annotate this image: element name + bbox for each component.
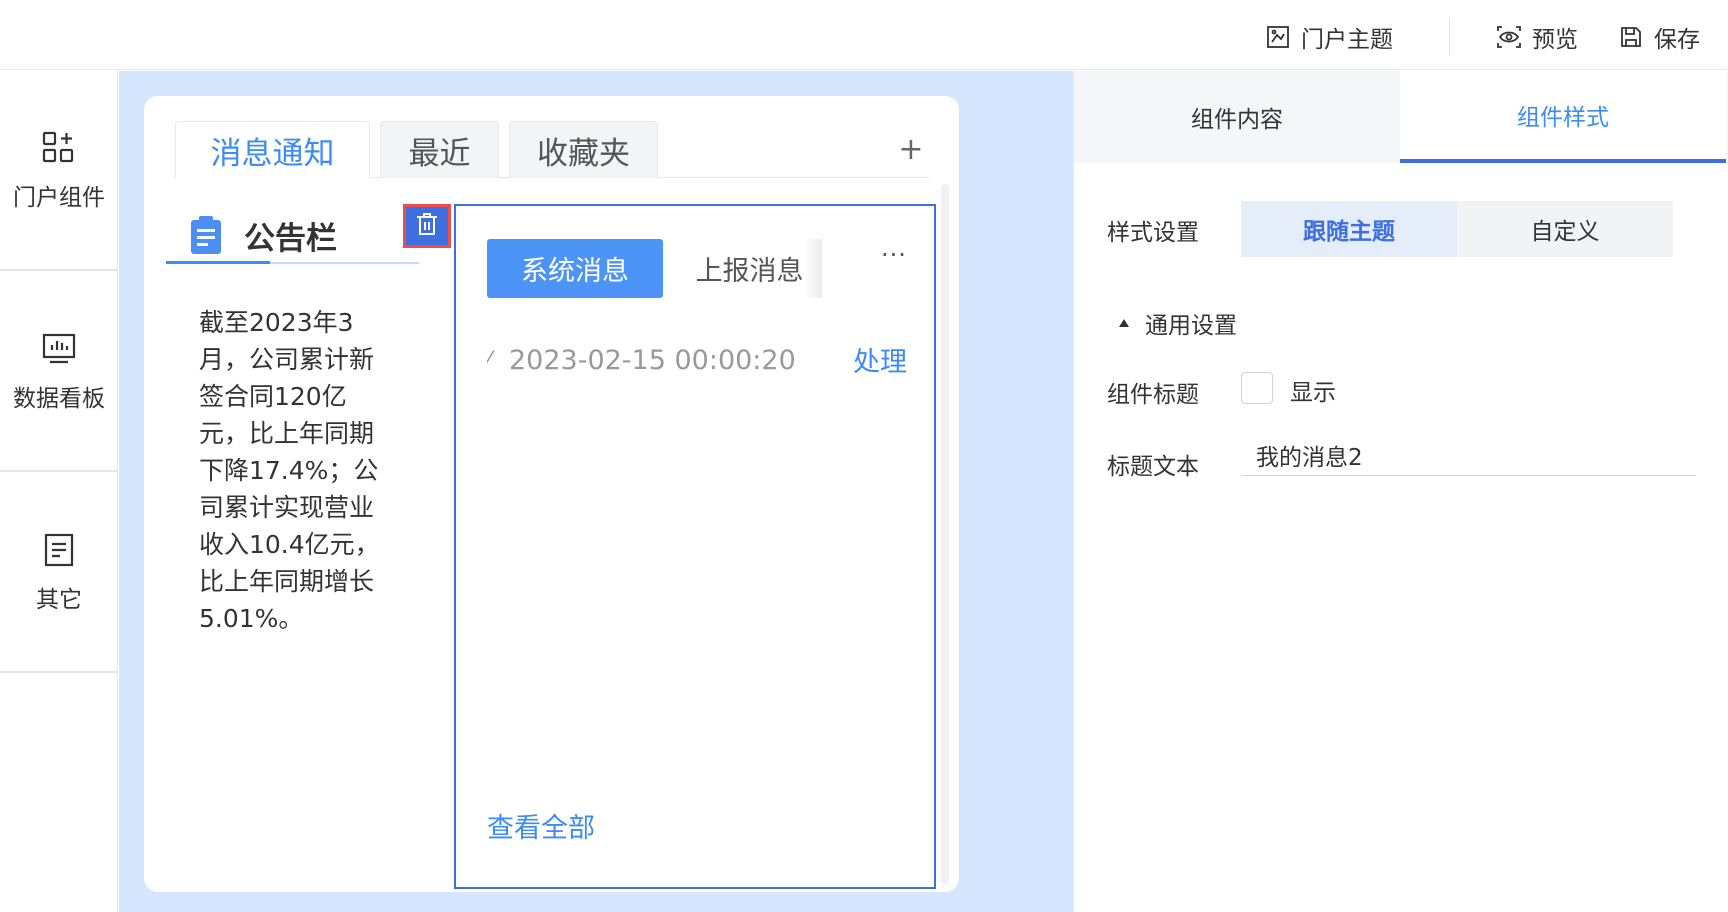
tab-message-notice[interactable]: 消息通知 xyxy=(175,121,370,178)
properties-tabs: 组件内容 组件样式 xyxy=(1074,71,1728,163)
delete-widget-button[interactable] xyxy=(403,204,451,248)
portal-card: 消息通知 最近 收藏夹 + 公告栏 截至2023年3月，公司累计新签合同120亿… xyxy=(144,96,959,892)
title-text-input[interactable] xyxy=(1241,434,1696,476)
bulletin-header: 公告栏 xyxy=(166,208,419,264)
process-link[interactable]: 处理 xyxy=(853,340,907,379)
eye-icon xyxy=(1496,24,1522,50)
caret-up-icon xyxy=(1119,319,1129,327)
custom-option[interactable]: 自定义 xyxy=(1457,201,1673,257)
save-button[interactable]: 保存 xyxy=(1618,22,1700,53)
tab-component-content[interactable]: 组件内容 xyxy=(1074,71,1400,163)
preview-button[interactable]: 预览 xyxy=(1496,22,1578,53)
tab-favorites[interactable]: 收藏夹 xyxy=(509,121,658,178)
tab-component-style[interactable]: 组件样式 xyxy=(1400,71,1726,163)
component-title-label: 组件标题 xyxy=(1107,382,1199,408)
view-all-link[interactable]: 查看全部 xyxy=(487,806,595,845)
show-title-label: 显示 xyxy=(1290,380,1336,406)
portal-theme-button[interactable]: 门户主题 xyxy=(1265,22,1393,53)
tab-report-messages[interactable]: 上报消息 xyxy=(677,239,822,298)
bulletin-content: 截至2023年3月，公司累计新签合同120亿元，比上年同期下降17.4%；公司累… xyxy=(199,308,380,633)
style-setting-label: 样式设置 xyxy=(1107,220,1199,246)
save-icon xyxy=(1618,24,1644,50)
message-time: 2023-02-15 00:00:20 xyxy=(509,344,796,376)
portal-theme-label: 门户主题 xyxy=(1301,27,1393,53)
bulletin-title: 公告栏 xyxy=(244,220,337,257)
trash-icon xyxy=(415,211,439,241)
general-settings-label: 通用设置 xyxy=(1145,313,1237,339)
card-tabs: 消息通知 最近 收藏夹 + xyxy=(175,121,929,178)
tab-system-messages[interactable]: 系统消息 xyxy=(487,239,663,298)
add-tab-button[interactable]: + xyxy=(893,131,929,167)
message-title-fragment: ⁄ xyxy=(487,347,491,373)
follow-theme-option[interactable]: 跟随主题 xyxy=(1241,201,1457,257)
title-text-label: 标题文本 xyxy=(1107,454,1199,480)
more-icon[interactable]: ··· xyxy=(874,240,914,270)
show-title-checkbox[interactable] xyxy=(1241,372,1273,404)
save-label: 保存 xyxy=(1654,27,1700,53)
sidebar-item-data-dashboard[interactable]: 数据看板 xyxy=(0,272,118,472)
theme-icon xyxy=(1265,24,1291,50)
sidebar-item-label: 门户组件 xyxy=(13,185,105,211)
message-row[interactable]: ⁄ 2023-02-15 00:00:20 处理 xyxy=(487,340,907,380)
design-canvas: 消息通知 最近 收藏夹 + 公告栏 截至2023年3月，公司累计新签合同120亿… xyxy=(119,71,1073,912)
card-scrollbar[interactable] xyxy=(941,184,949,884)
left-sidebar: 门户组件 数据看板 其它 xyxy=(0,71,118,912)
document-icon xyxy=(39,530,79,570)
widgets-icon xyxy=(39,128,79,168)
properties-panel: 组件内容 组件样式 样式设置 跟随主题 自定义 通用设置 组件标题 显示 标题文… xyxy=(1073,71,1728,912)
sidebar-item-label: 数据看板 xyxy=(13,386,105,412)
general-settings-toggle[interactable]: 通用设置 xyxy=(1119,306,1237,340)
clipboard-icon xyxy=(186,215,226,255)
style-mode-toggle: 跟随主题 自定义 xyxy=(1241,201,1673,257)
top-toolbar: 门户主题 预览 保存 xyxy=(0,0,1728,70)
message-widget[interactable]: 系统消息 上报消息 ··· ⁄ 2023-02-15 00:00:20 处理 查… xyxy=(454,204,936,889)
sidebar-item-other[interactable]: 其它 xyxy=(0,473,118,673)
toolbar-divider xyxy=(1449,18,1450,56)
sidebar-item-portal-widgets[interactable]: 门户组件 xyxy=(0,71,118,271)
tab-recent[interactable]: 最近 xyxy=(380,121,499,178)
sidebar-item-label: 其它 xyxy=(36,587,82,613)
dashboard-icon xyxy=(39,329,79,369)
preview-label: 预览 xyxy=(1532,27,1578,53)
